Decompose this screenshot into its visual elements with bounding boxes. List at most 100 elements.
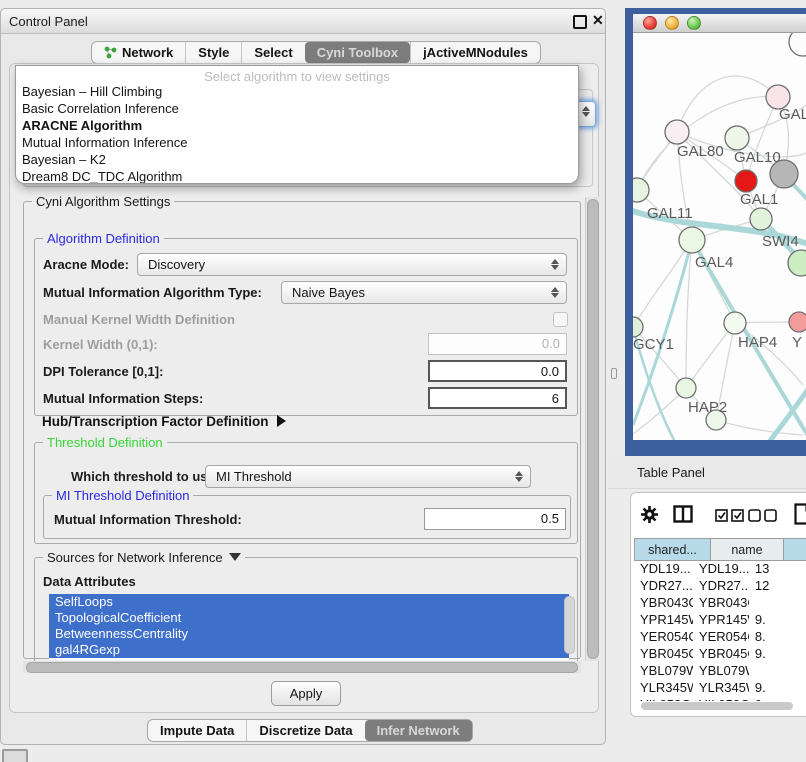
table-cell[interactable]: 8.	[749, 629, 806, 646]
attribute-list-item[interactable]: TopologicalCoefficient	[49, 610, 569, 626]
table-cell[interactable]: YBL079W	[693, 663, 749, 680]
table-cell[interactable]: YDR27...	[634, 578, 693, 595]
algorithm-option[interactable]: Dream8 DC_TDC Algorithm	[16, 168, 578, 184]
network-edge[interactable]	[633, 240, 692, 327]
table-cell[interactable]: YIL052C	[634, 697, 693, 701]
splitter-handle[interactable]	[611, 368, 617, 379]
table-cell[interactable]: YER054C	[634, 629, 693, 646]
table-row[interactable]: YER054CYER054C8.	[634, 629, 806, 646]
network-node[interactable]	[676, 378, 696, 398]
table-cell[interactable]: YBR045C	[634, 646, 693, 663]
algorithm-option[interactable]: Basic Correlation Inference	[16, 100, 578, 117]
clear-checkboxes-icon[interactable]	[748, 509, 778, 522]
collapsed-panel-button[interactable]	[2, 749, 28, 762]
network-node[interactable]	[633, 317, 643, 337]
minimize-traffic-light[interactable]	[665, 16, 679, 30]
column-header-name[interactable]: name	[711, 538, 784, 561]
table-row[interactable]: YLR345WYLR345W9.	[634, 680, 806, 697]
network-graph[interactable]: GALGAL80GAL10GAL11GAL1SWI4GAL4GCY1HAP4YH…	[633, 33, 806, 440]
network-node[interactable]	[735, 170, 757, 192]
table-row[interactable]: YBR043CYBR043C	[634, 595, 806, 612]
column-header-partial[interactable]: A	[784, 538, 806, 561]
data-attributes-list[interactable]: SelfLoopsTopologicalCoefficientBetweenne…	[49, 594, 569, 660]
table-cell[interactable]: YDR27...	[693, 578, 749, 595]
settings-vertical-scrollbar[interactable]	[585, 197, 599, 661]
table-row[interactable]: YBR045CYBR045C9.	[634, 646, 806, 663]
mi-threshold-field[interactable]: 0.5	[424, 508, 566, 530]
algorithm-option[interactable]: ARACNE Algorithm	[16, 117, 578, 134]
float-window-icon[interactable]	[573, 15, 587, 29]
table-row[interactable]: YBL079WYBL079W	[634, 663, 806, 680]
sources-toggle[interactable]: Sources for Network Inference	[43, 550, 245, 565]
table-cell[interactable]: 9.	[749, 646, 806, 663]
table-cell[interactable]	[749, 595, 806, 612]
network-node[interactable]	[789, 33, 806, 56]
manual-kernel-checkbox[interactable]	[553, 312, 568, 327]
scrollbar-thumb[interactable]	[26, 662, 578, 673]
mi-type-combobox[interactable]: Naive Bayes	[281, 281, 567, 304]
table-cell[interactable]: YBR043C	[634, 595, 693, 612]
table-cell[interactable]: 13	[749, 561, 806, 578]
which-threshold-combobox[interactable]: MI Threshold	[205, 465, 531, 488]
hub-definition-toggle[interactable]: Hub/Transcription Factor Definition	[42, 414, 286, 429]
table-cell[interactable]	[749, 663, 806, 680]
tab-infer-network[interactable]: Infer Network	[365, 720, 472, 741]
table-cell[interactable]: YER054C	[693, 629, 749, 646]
table-cell[interactable]: YDL19...	[693, 561, 749, 578]
attribute-list-item[interactable]: gal4RGexp	[49, 642, 569, 658]
algorithm-option[interactable]: Mutual Information Inference	[16, 134, 578, 151]
algorithm-option[interactable]: Bayesian – K2	[16, 151, 578, 168]
kernel-width-field[interactable]: 0.0	[428, 333, 567, 355]
mi-steps-field[interactable]: 6	[428, 387, 567, 409]
table-cell[interactable]: 9.	[749, 680, 806, 697]
table-cell[interactable]: 12	[749, 578, 806, 595]
network-node[interactable]	[665, 120, 689, 144]
table-cell[interactable]: 9.	[749, 612, 806, 629]
column-header-shared[interactable]: shared...	[634, 538, 711, 561]
tab-select[interactable]: Select	[241, 42, 304, 63]
apply-button[interactable]: Apply	[271, 681, 341, 706]
table-cell[interactable]: YLR345W	[693, 680, 749, 697]
scrollbar-thumb[interactable]	[587, 199, 599, 659]
settings-horizontal-scrollbar[interactable]	[23, 661, 581, 673]
tab-discretize-data[interactable]: Discretize Data	[246, 720, 364, 741]
network-node[interactable]	[750, 208, 772, 230]
attribute-list-item[interactable]: SelfLoops	[49, 594, 569, 610]
tab-jactivemnodules[interactable]: jActiveMNodules	[410, 42, 540, 63]
close-icon[interactable]: ✕	[592, 12, 604, 29]
table-cell[interactable]: YBR043C	[693, 595, 749, 612]
zoom-traffic-light[interactable]	[687, 16, 701, 30]
table-row[interactable]: YPR145WYPR145W9.	[634, 612, 806, 629]
table-cell[interactable]: YLR345W	[634, 680, 693, 697]
table-horizontal-scrollbar[interactable]	[641, 702, 793, 710]
table-cell[interactable]: YIL052C	[693, 697, 749, 701]
network-node[interactable]	[788, 250, 806, 276]
tab-style[interactable]: Style	[185, 42, 241, 63]
table-cell[interactable]: YBR045C	[693, 646, 749, 663]
list-scrollbar-thumb[interactable]	[564, 596, 575, 654]
select-checkboxes-icon[interactable]	[715, 509, 745, 522]
tab-impute-data[interactable]: Impute Data	[148, 720, 246, 741]
table-row[interactable]: YIL052CYIL052C9	[634, 697, 806, 701]
table-cell[interactable]: YPR145W	[634, 612, 693, 629]
new-table-icon[interactable]	[794, 503, 806, 525]
network-canvas[interactable]: GALGAL80GAL10GAL11GAL1SWI4GAL4GCY1HAP4YH…	[633, 33, 806, 440]
network-edge-thick[interactable]	[769, 385, 806, 440]
network-edge[interactable]	[716, 420, 803, 435]
gear-icon[interactable]	[640, 505, 659, 524]
tab-cyni-toolbox[interactable]: Cyni Toolbox	[305, 42, 410, 63]
table-cell[interactable]: YBL079W	[634, 663, 693, 680]
table-row[interactable]: YDL19...YDL19...13	[634, 561, 806, 578]
algorithm-option[interactable]: Bayesian – Hill Climbing	[16, 83, 578, 100]
split-columns-icon[interactable]	[673, 505, 693, 523]
tab-network[interactable]: Network	[92, 42, 185, 63]
network-node[interactable]	[789, 312, 806, 332]
table-row[interactable]: YDR27...YDR27...12	[634, 578, 806, 595]
network-node[interactable]	[679, 227, 705, 253]
dpi-tolerance-field[interactable]: 0.0	[428, 360, 567, 382]
network-node[interactable]	[724, 312, 746, 334]
table-cell[interactable]: YPR145W	[693, 612, 749, 629]
close-traffic-light[interactable]	[643, 16, 657, 30]
table-cell[interactable]: YDL19...	[634, 561, 693, 578]
attribute-list-item[interactable]: BetweennessCentrality	[49, 626, 569, 642]
